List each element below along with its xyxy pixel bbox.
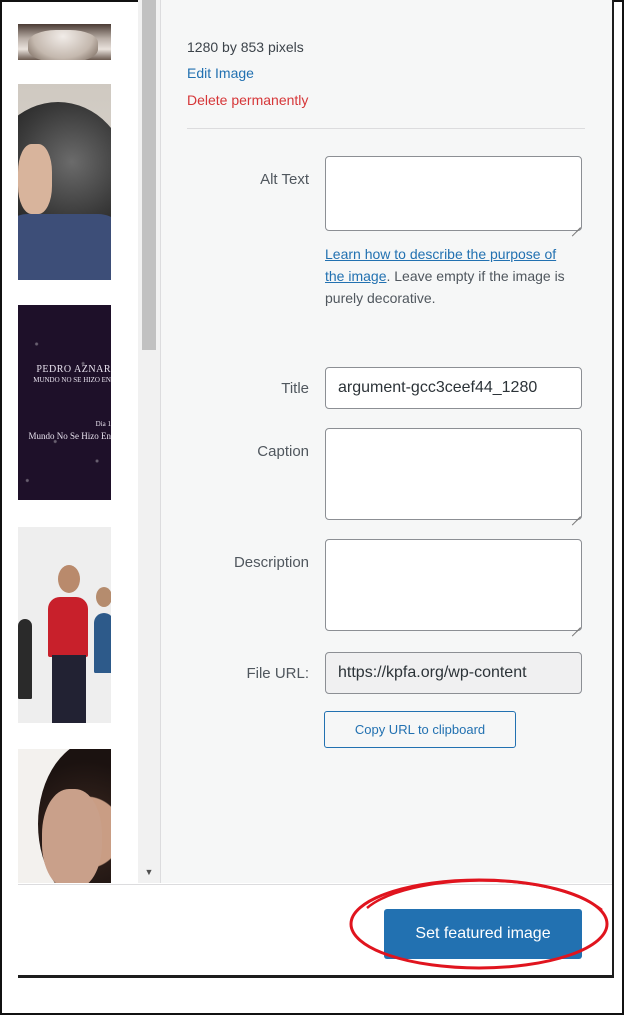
scrollbar-thumb[interactable] [142,0,156,350]
media-thumbnail-grid: PEDRO AZNAR MUNDO NO SE HIZO EN Dia 1 Mu… [18,0,111,883]
resize-handle-icon[interactable] [571,507,581,517]
thumbnail-photo-detail [18,144,52,214]
resize-handle-icon[interactable] [571,618,581,628]
caption-label: Caption [257,443,309,460]
title-field[interactable] [325,367,582,409]
poster-text: Dia 1 [95,420,111,428]
alt-text-help: Learn how to describe the purpose of the… [325,243,565,309]
poster-text: MUNDO NO SE HIZO EN [33,376,111,384]
thumbnail-photo-detail [58,565,80,593]
modal-border [18,975,614,978]
media-thumbnail[interactable] [18,24,111,60]
poster-text: Mundo No Se Hizo En [28,431,112,441]
media-thumbnail[interactable]: PEDRO AZNAR MUNDO NO SE HIZO EN Dia 1 Mu… [18,305,111,500]
thumbnail-photo-detail [42,789,102,883]
media-thumbnail[interactable] [18,84,111,280]
thumbnail-scrollbar[interactable]: ▼ [138,0,160,883]
file-url-label: File URL: [246,665,309,682]
attachment-details-panel: 1280 by 853 pixels Edit Image Delete per… [160,0,613,883]
description-label: Description [233,554,309,571]
thumbnail-photo-detail [48,597,88,657]
thumbnail-photo-detail [96,587,111,607]
title-label: Title [281,380,309,397]
thumbnail-photo [18,619,32,699]
thumbnail-photo-detail [52,655,86,723]
thumbnail-photo [18,305,111,500]
image-dimensions: 1280 by 853 pixels [187,39,304,55]
divider [187,128,585,129]
thumbnail-photo [28,30,98,60]
media-thumbnail[interactable] [18,749,111,883]
scroll-down-arrow-icon[interactable]: ▼ [142,866,156,878]
set-featured-image-button[interactable]: Set featured image [384,909,582,959]
thumbnail-photo-detail [18,214,111,280]
thumbnail-photo-detail [94,613,111,673]
resize-handle-icon[interactable] [571,218,581,228]
copy-url-button[interactable]: Copy URL to clipboard [324,711,516,748]
caption-field[interactable] [325,428,582,520]
alt-text-label: Alt Text [260,171,309,188]
edit-image-link[interactable]: Edit Image [187,63,254,83]
media-thumbnail[interactable] [18,527,111,723]
description-field[interactable] [325,539,582,631]
poster-text: PEDRO AZNAR [36,364,111,375]
file-url-field[interactable] [325,652,582,694]
modal-border [612,0,614,978]
alt-text-field[interactable] [325,156,582,231]
delete-permanently-link[interactable]: Delete permanently [187,90,308,110]
